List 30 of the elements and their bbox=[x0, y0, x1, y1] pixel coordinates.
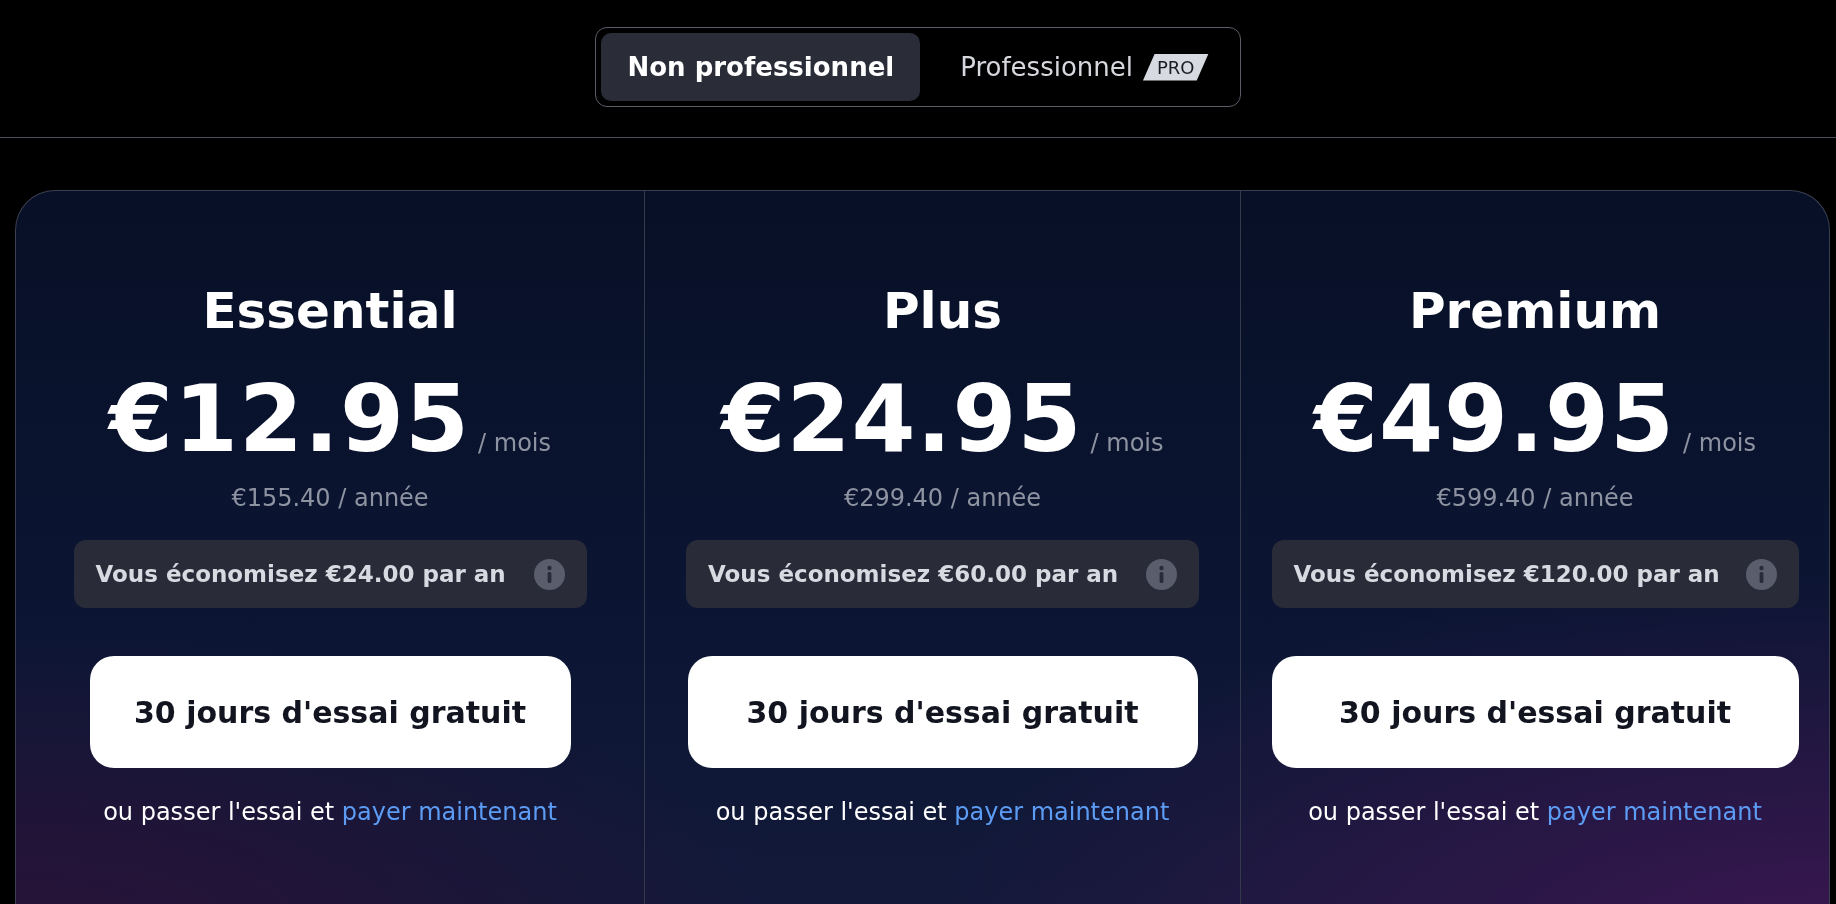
info-icon[interactable] bbox=[533, 558, 565, 590]
info-icon[interactable] bbox=[1745, 558, 1777, 590]
savings-text: Vous économisez €120.00 par an bbox=[1293, 561, 1720, 587]
skip-trial-text: ou passer l'essai et payer maintenant bbox=[103, 798, 557, 826]
yearly-price: €299.40 / année bbox=[843, 484, 1042, 512]
price-period: / mois bbox=[1683, 429, 1756, 457]
plan-price: €12.95 bbox=[109, 374, 471, 466]
savings-text: Vous économisez €60.00 par an bbox=[708, 561, 1119, 587]
plan-name: Essential bbox=[202, 286, 458, 336]
pay-now-link[interactable]: payer maintenant bbox=[954, 798, 1170, 826]
audience-tab[interactable]: Non professionnel bbox=[601, 33, 921, 101]
skip-trial-text: ou passer l'essai et payer maintenant bbox=[1308, 798, 1762, 826]
pay-now-link[interactable]: payer maintenant bbox=[1546, 798, 1762, 826]
skip-trial-text: ou passer l'essai et payer maintenant bbox=[715, 798, 1170, 826]
yearly-price: €155.40 / année bbox=[231, 484, 429, 512]
price-period: / mois bbox=[478, 429, 551, 457]
price-period: / mois bbox=[1090, 429, 1164, 457]
free-trial-button[interactable]: 30 jours d'essai gratuit bbox=[1271, 656, 1799, 768]
pay-now-link[interactable]: payer maintenant bbox=[341, 798, 557, 826]
pro-badge: PRO bbox=[1143, 53, 1209, 81]
free-trial-button[interactable]: 30 jours d'essai gratuit bbox=[687, 656, 1198, 768]
yearly-price: €599.40 / année bbox=[1436, 484, 1634, 512]
audience-tab[interactable]: Professionnel PRO bbox=[934, 33, 1235, 101]
plan-price: €24.95 bbox=[721, 374, 1083, 466]
free-trial-button[interactable]: 30 jours d'essai gratuit bbox=[89, 656, 571, 768]
info-icon[interactable] bbox=[1146, 558, 1177, 590]
plan-name: Premium bbox=[1408, 286, 1662, 336]
plan-name: Plus bbox=[882, 286, 1003, 336]
plan-price: €49.95 bbox=[1314, 374, 1676, 466]
savings-text: Vous économisez €24.00 par an bbox=[95, 561, 506, 587]
